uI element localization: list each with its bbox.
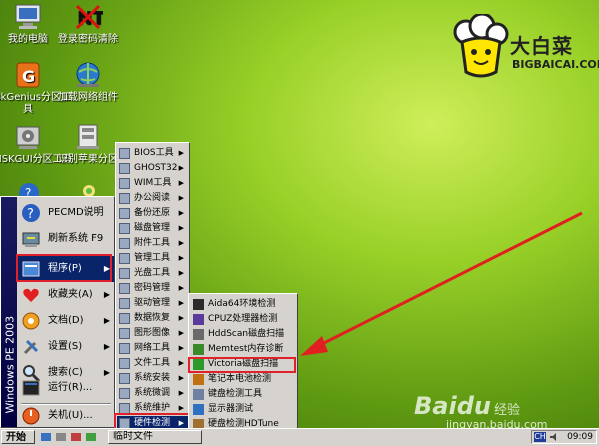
clock: 09:09 xyxy=(567,432,593,442)
taskbar-window-temp-files[interactable]: 临时文件 xyxy=(108,430,202,444)
system-tray: CH 09:09 xyxy=(531,430,597,444)
baidu-watermark: Baidu 经验 xyxy=(414,392,520,420)
taskbar: 开始 临时文件 CH 09:09 xyxy=(0,428,599,446)
quicklaunch-icon[interactable] xyxy=(85,431,97,443)
start-button[interactable]: 开始 xyxy=(1,430,35,444)
quicklaunch-icon[interactable] xyxy=(40,431,52,443)
ime-indicator[interactable]: CH xyxy=(534,432,546,442)
quicklaunch-icon[interactable] xyxy=(70,431,82,443)
quicklaunch-icon[interactable] xyxy=(55,431,67,443)
speaker-icon[interactable] xyxy=(549,432,559,442)
annotation-arrow xyxy=(300,211,583,356)
